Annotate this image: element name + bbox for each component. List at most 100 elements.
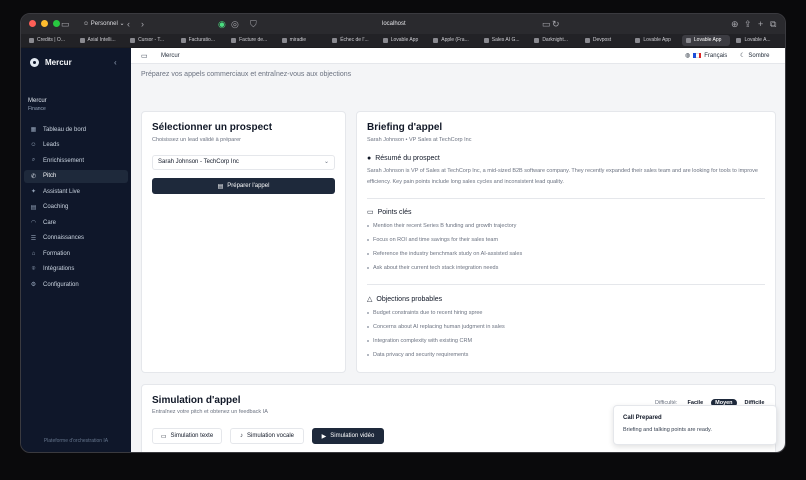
sidebar-item-connaissances[interactable]: ☰ Connaissances [24,232,128,245]
prospect-select-value: Sarah Johnson - TechCorp Inc [158,159,239,165]
main-content: ▭ Mercur ◍ Français ☾ Sombre Préparez vo… [131,48,785,452]
database-icon: ☰ [30,235,37,242]
objection-text: Data privacy and security requirements [373,352,469,358]
favicon-icon [736,38,742,43]
share-icon[interactable]: ⇪ [744,18,752,30]
sidebar-item-configuration[interactable]: ⚙ Configuration [24,278,128,291]
sidebar-item-tableau-de-bord[interactable]: ▦ Tableau de bord [24,123,128,136]
sidebar-item-int-grations[interactable]: ⌾ Intégrations [24,263,128,276]
message-square-icon: ▭ [367,209,374,216]
org-switcher[interactable]: Mercur Finance [28,98,47,112]
tab-overview-icon[interactable]: ⧉ [770,18,776,30]
prospect-card-subtitle: Choisissez un lead validé à préparer [152,137,241,143]
bullet-icon [367,225,369,227]
prospect-select[interactable]: Sarah Johnson - TechCorp Inc ⌄ [152,155,335,170]
sparkles-icon: ✦ [30,189,37,195]
browser-tab-label: Facture de... [239,37,268,43]
browser-titlebar: ▭ ☺ Personnel ⌄ ‹ › ◉ ◎ ⛉ localhost ▭ ↻ … [21,14,785,34]
browser-tab[interactable]: Apple (Fra... [429,35,478,46]
theme-toggle[interactable]: ☾ Sombre [740,52,769,60]
browser-tab[interactable]: Credits | O... [25,35,74,46]
shield-icon[interactable]: ⛉ [250,18,257,30]
browser-tab-label: Lovable App [643,37,671,43]
sidebar-item-care[interactable]: ◠ Care [24,216,128,229]
favicon-icon [332,38,338,43]
browser-tab[interactable]: Axial Intelli... [76,35,125,46]
simulation-mode-button[interactable]: ▭ Simulation texte [152,428,222,444]
extension-icon[interactable]: ◎ [231,18,239,30]
grid-icon: ▦ [30,127,37,133]
prepare-call-button[interactable]: ▤ Préparer l'appel [152,178,335,194]
browser-tab[interactable]: Lovable App [631,35,680,46]
browser-tab[interactable]: Facturatio... [177,35,226,46]
sidebar-item-enrichissement[interactable]: ⌕ Enrichissement [24,154,128,167]
graduation-cap-icon: ⌂ [31,250,36,257]
toast-notification[interactable]: Call Prepared Briefing and talking point… [613,405,777,445]
download-icon[interactable]: ⊕ [731,18,739,30]
objection: Budget constraints due to recent hiring … [367,306,767,320]
sidebar-item-leads[interactable]: ☺ Leads [24,139,128,152]
prospect-card: Sélectionner un prospect Choisissez un l… [141,111,346,373]
users-icon: ☺ [30,142,37,148]
browser-tab[interactable]: Échec de l'... [328,35,377,46]
sidebar-item-label: Tableau de bord [43,126,87,133]
browser-tab[interactable]: Facture de... [227,35,276,46]
simulation-mode-button[interactable]: ▶ Simulation vidéo [312,428,384,444]
key-points-heading: ▭ Points clés [367,208,412,217]
browser-tab[interactable]: Devpost [581,35,630,46]
sidebar-item-label: Intégrations [43,266,75,272]
favicon-icon [180,38,186,43]
extension-icon[interactable]: ◉ [218,18,226,30]
prepare-call-label: Préparer l'appel [227,183,270,189]
simulation-mode-button[interactable]: ♪ Simulation vocale [230,428,304,444]
profile-switcher[interactable]: ☺ Personnel ⌄ [79,18,129,30]
reader-icon[interactable]: ▭ [542,18,551,30]
sidebar-item-label: Coaching [43,204,69,210]
maximize-window-button[interactable] [53,20,60,27]
language-switcher[interactable]: ◍ Français [685,52,727,60]
brand-name: Mercur [45,58,72,67]
bullet-icon [367,340,369,342]
brand[interactable]: Mercur [30,58,72,67]
sidebar-toggle-icon[interactable]: ▭ [61,18,70,30]
simulation-mode-label: Simulation vidéo [330,433,375,439]
forward-icon[interactable]: › [141,18,144,30]
sidebar-item-formation[interactable]: ⌂ Formation [24,247,128,260]
minimize-window-button[interactable] [41,20,48,27]
browser-tab-label: Échec de l'... [340,37,369,43]
logo-icon [30,58,39,67]
browser-tab[interactable]: Darknight... [530,35,579,46]
bullet-icon [367,253,369,255]
sidebar-footer: Plateforme d'orchestration IA [43,438,109,444]
sidebar-item-pitch[interactable]: ✆ Pitch [24,169,128,183]
close-window-button[interactable] [29,20,36,27]
key-point-text: Ask about their current tech stack integ… [373,265,499,271]
new-tab-icon[interactable]: + [758,18,763,30]
browser-tab-label: Sales AI G... [491,37,520,43]
reload-icon[interactable]: ↻ [552,18,560,30]
browser-tab[interactable]: Sales AI G... [480,35,529,46]
sidebar-item-assistant-live[interactable]: ✦ Assistant Live [24,185,128,198]
toast-body: Briefing and talking points are ready. [623,427,712,433]
browser-tab[interactable]: Cursor - T... [126,35,175,46]
favicon-icon [29,38,34,43]
sidebar: Mercur ‹ Mercur Finance ▦ Tableau de bord… [21,48,131,452]
breadcrumb[interactable]: Mercur [161,53,180,59]
favicon-icon [584,38,590,43]
browser-tab[interactable]: Lovable App [379,35,428,46]
browser-tab[interactable]: Lovable A... [732,35,781,46]
browser-tab[interactable]: miradie [278,35,327,46]
objection-text: Integration complexity with existing CRM [373,338,473,344]
address-bar[interactable]: localhost [382,19,406,29]
simulation-subtitle: Entraînez votre pitch et obtenez un feed… [152,409,268,415]
browser-tab[interactable]: Lovable App [681,35,731,46]
back-icon[interactable]: ‹ [127,18,130,30]
collapse-sidebar-icon[interactable]: ‹ [114,58,117,67]
sidebar-item-coaching[interactable]: ▤ Coaching [24,201,128,214]
browser-tab-label: Lovable A... [744,37,771,43]
key-point: Ask about their current tech stack integ… [367,261,767,275]
gear-icon: ⚙ [30,282,37,288]
search-icon: ⌕ [31,157,36,163]
toggle-sidebar-icon[interactable]: ▭ [141,52,148,60]
objection: Concerns about AI replacing human judgme… [367,320,767,334]
